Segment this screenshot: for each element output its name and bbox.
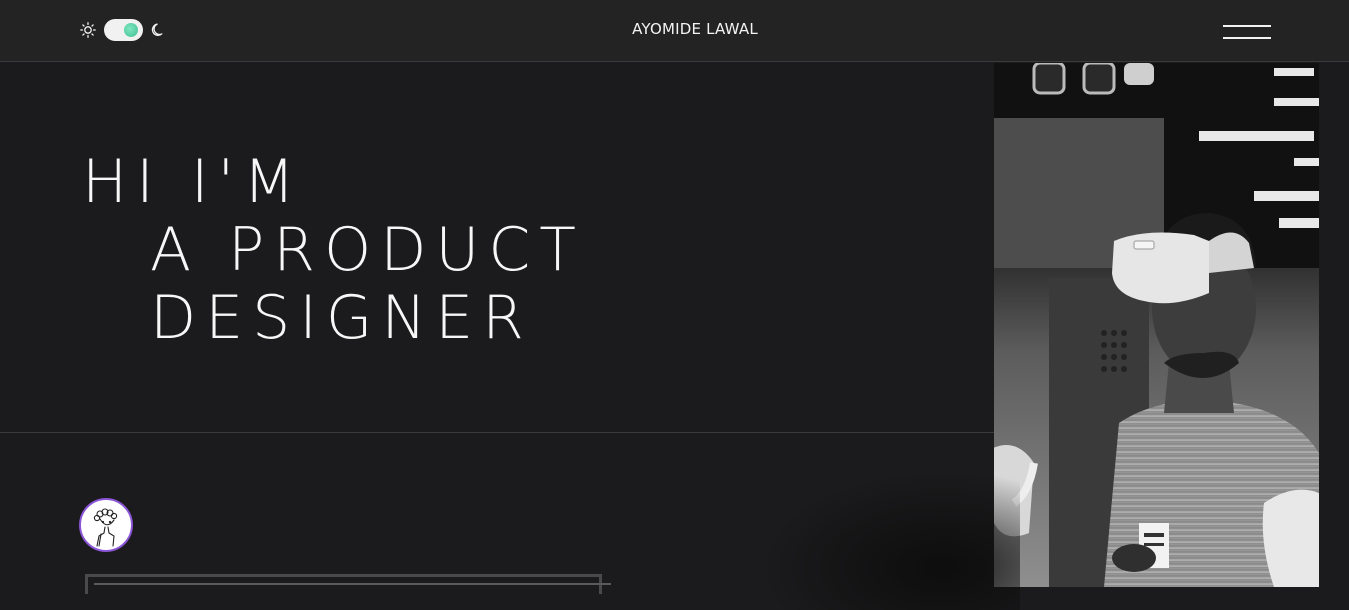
hero-section: Hi I'm a Product Designer [0,63,994,433]
site-header: AYOMIDE LAWAL [0,0,1349,62]
person-doodle-icon [93,508,118,547]
background-shadow [760,470,1020,610]
hero-headline: Hi I'm a Product Designer [82,148,585,352]
menu-line-bottom [1223,37,1271,39]
avatar[interactable] [79,498,133,552]
hamburger-icon[interactable] [1223,24,1271,40]
content-card [85,574,611,594]
portrait-photo [994,63,1319,587]
hero-line-1: Hi I'm [82,147,304,217]
right-gutter [1319,63,1349,587]
hero-line-3: Designer [150,283,533,353]
content-card-inner [94,583,611,593]
menu-line-top [1223,25,1271,27]
hero-line-2: a Product [150,215,585,285]
site-brand[interactable]: AYOMIDE LAWAL [0,20,1349,38]
